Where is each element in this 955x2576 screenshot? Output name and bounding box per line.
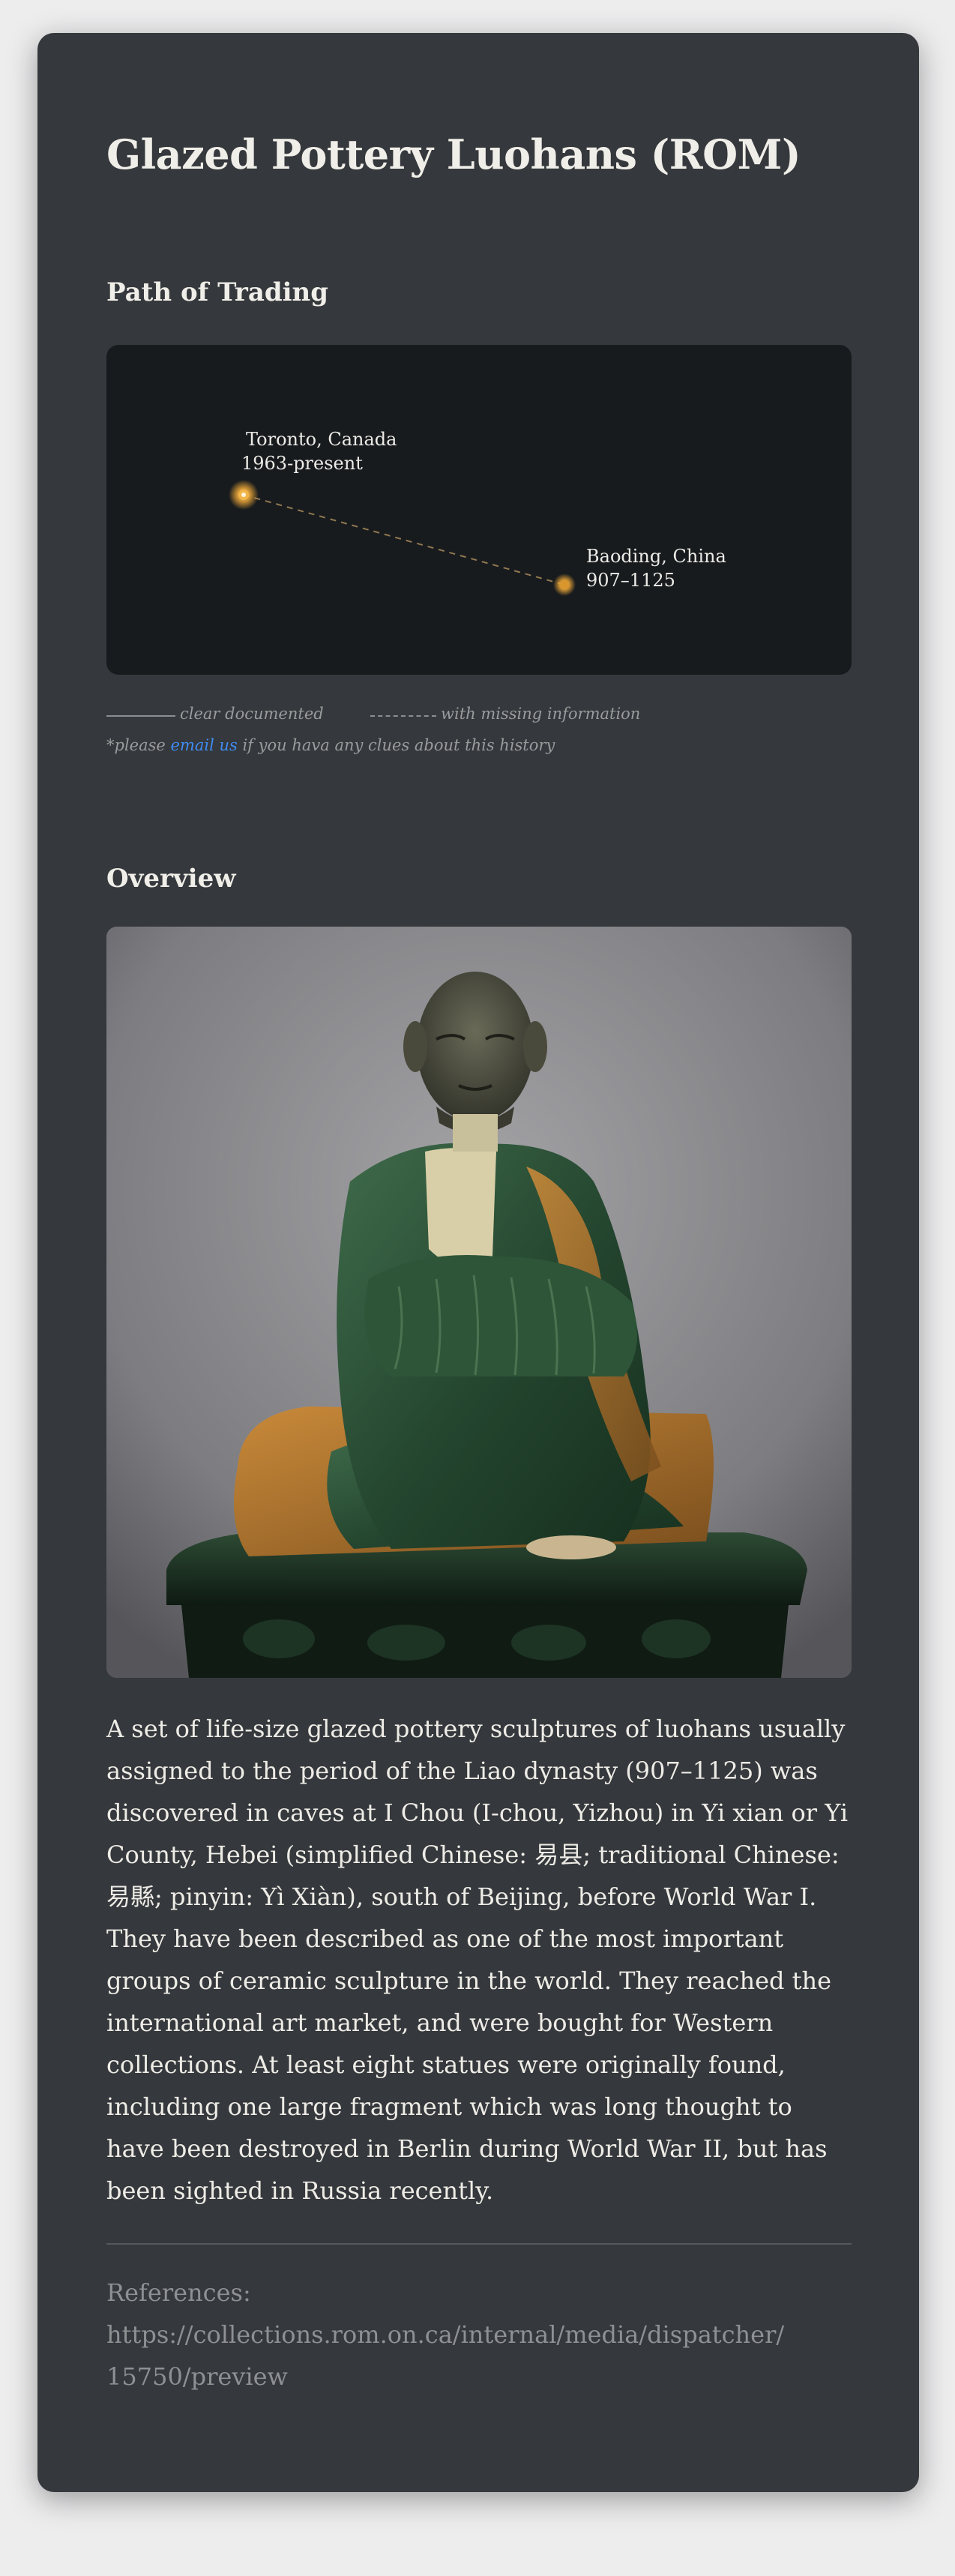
baoding-period: 907–1125 [586,570,675,591]
baoding-marker[interactable] [553,574,576,596]
baoding-label: Baoding, China 907–1125 [586,544,726,592]
overview-heading: Overview [106,864,236,894]
overview-description: A set of life-size glazed pottery sculpt… [106,1715,849,2205]
note-prefix: *please [106,736,166,754]
trade-route-svg [229,480,576,596]
toronto-marker[interactable] [229,480,259,510]
note-suffix: if you hava any clues about this history [242,736,555,754]
trade-route-map: Toronto, Canada 1963-present Baoding, Ch… [106,345,852,675]
references-label: References: [106,2278,251,2307]
toronto-place: Toronto, Canada [246,429,397,450]
content-card: Glazed Pottery Luohans (ROM) Path of Tra… [37,33,919,2492]
legend-clear-label: clear documented [180,705,324,723]
statue-illustration [106,927,852,1678]
toronto-label: Toronto, Canada 1963-present [241,427,397,475]
path-of-trading-heading: Path of Trading [106,277,329,307]
dashed-line-swatch [370,715,436,717]
reference-link[interactable]: https://collections.rom.on.ca/internal/m… [106,2314,796,2398]
baoding-place: Baoding, China [586,546,726,567]
luohan-statue-photo [106,927,852,1678]
page: Glazed Pottery Luohans (ROM) Path of Tra… [0,0,955,2576]
route-legend: clear documented with missing informatio… [106,705,856,765]
legend-note: *please email us if you hava any clues a… [106,736,555,754]
email-us-link[interactable]: email us [171,736,238,754]
dashed-route-line [243,494,565,586]
solid-line-swatch [106,715,175,717]
page-title: Glazed Pottery Luohans (ROM) [106,130,801,178]
references-block: References: https://collections.rom.on.c… [106,2272,856,2398]
references-divider [106,2243,852,2245]
legend-missing-label: with missing information [441,705,641,723]
toronto-period: 1963-present [241,453,363,474]
legend-keys: clear documented with missing informatio… [106,705,856,727]
